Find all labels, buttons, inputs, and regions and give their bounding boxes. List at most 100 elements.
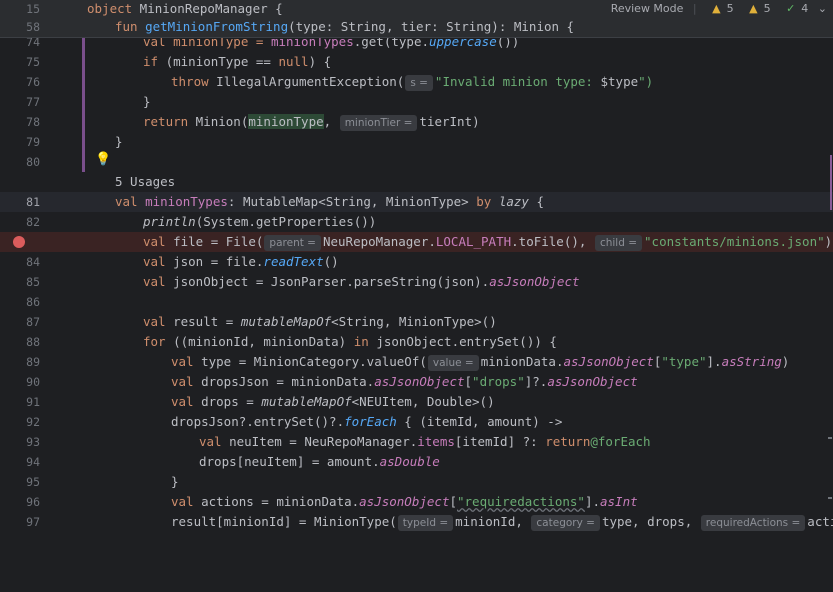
- code-line[interactable]: 89 val type = MinionCategory.valueOf(val…: [0, 352, 833, 372]
- code-line[interactable]: 78 return Minion(minionType, minionTier …: [0, 112, 833, 132]
- toolbar-separator: |: [692, 2, 697, 15]
- code-line[interactable]: 88 for ((minionId, minionData) in jsonOb…: [0, 332, 833, 352]
- line-code: }: [171, 474, 179, 489]
- line-number: 90: [26, 375, 40, 389]
- line-number: 78: [26, 115, 40, 129]
- line-number: 88: [26, 335, 40, 349]
- line-code: dropsJson?.entrySet()?.forEach { (itemId…: [171, 414, 563, 429]
- parameter-hint: minionTier =: [339, 115, 418, 131]
- vcs-change-marker[interactable]: [82, 152, 85, 172]
- line-number: 95: [26, 475, 40, 489]
- code-line[interactable]: 84 val json = file.readText(): [0, 252, 833, 272]
- line-code: val actions = minionData.asJsonObject["r…: [171, 494, 638, 509]
- checks-indicator[interactable]: ✓ 4: [780, 2, 808, 15]
- line-code: return Minion(minionType, minionTier = ti…: [143, 114, 480, 131]
- code-line[interactable]: 91 val drops = mutableMapOf<NEUItem, Dou…: [0, 392, 833, 412]
- warnings-indicator[interactable]: ▲ 5: [706, 2, 733, 15]
- code-line[interactable]: 76 throw IllegalArgumentException(s = "In…: [0, 72, 833, 92]
- line-number: 84: [26, 255, 40, 269]
- line-code: }: [143, 94, 151, 109]
- scrollbar-marker[interactable]: [828, 497, 832, 499]
- line-number: 97: [26, 515, 40, 529]
- checks-count: 4: [801, 2, 809, 15]
- scrollbar-marker[interactable]: [828, 437, 832, 439]
- code-line[interactable]: 96 val actions = minionData.asJsonObject…: [0, 492, 833, 512]
- code-line[interactable]: 87 val result = mutableMapOf<String, Min…: [0, 312, 833, 332]
- code-line[interactable]: 75 if (minionType == null) {: [0, 52, 833, 72]
- sticky-code-object: object MinionRepoManager {: [87, 1, 283, 16]
- line-code: val type = MinionCategory.valueOf(value …: [171, 354, 790, 371]
- line-number: 94: [26, 455, 40, 469]
- line-number: 91: [26, 395, 40, 409]
- line-code: if (minionType == null) {: [143, 54, 332, 69]
- code-line[interactable]: 86: [0, 292, 833, 312]
- line-number: 79: [26, 135, 40, 149]
- code-line-breakpoint[interactable]: val file = File(parent = NeuRepoManager.L…: [0, 232, 833, 252]
- weak-warning-icon: ▲: [749, 2, 758, 15]
- code-line[interactable]: 92 dropsJson?.entrySet()?.forEach { (ite…: [0, 412, 833, 432]
- line-code: val dropsJson = minionData.asJsonObject[…: [171, 374, 638, 389]
- line-code: result[minionId] = MinionType(typeId = mi…: [171, 514, 833, 531]
- scrollbar-change-marker[interactable]: [830, 155, 832, 210]
- line-code: for ((minionId, minionData) in jsonObjec…: [143, 334, 557, 349]
- line-code: val json = file.readText(): [143, 254, 339, 269]
- warning-icon: ▲: [712, 2, 721, 15]
- line-number: 81: [26, 195, 40, 209]
- code-line-current[interactable]: 81 val minionTypes: MutableMap<String, M…: [0, 192, 833, 212]
- vcs-change-marker[interactable]: [82, 72, 85, 92]
- usages-link[interactable]: 5 Usages: [115, 172, 175, 192]
- code-line[interactable]: 97 result[minionId] = MinionType(typeId …: [0, 512, 833, 532]
- parameter-hint: parent =: [264, 235, 321, 251]
- code-line[interactable]: 94 drops[neuItem] = amount.asDouble: [0, 452, 833, 472]
- line-number: 92: [26, 415, 40, 429]
- line-number: 87: [26, 315, 40, 329]
- check-icon: ✓: [786, 2, 796, 15]
- line-code: val jsonObject = JsonParser.parseString(…: [143, 274, 580, 289]
- lightbulb-icon[interactable]: 💡: [95, 152, 111, 167]
- chevron-down-icon[interactable]: ⌄: [818, 2, 827, 15]
- line-code: drops[neuItem] = amount.asDouble: [199, 454, 440, 469]
- line-number: 86: [26, 295, 40, 309]
- usages-line: 5 Usages: [0, 172, 833, 192]
- parameter-hint: value =: [427, 355, 479, 371]
- line-code: val minionTypes: MutableMap<String, Mini…: [115, 194, 545, 209]
- line-number: 82: [26, 215, 40, 229]
- breakpoint-icon[interactable]: [13, 236, 25, 248]
- vcs-change-marker[interactable]: [82, 112, 85, 132]
- parameter-hint: category =: [531, 515, 600, 531]
- line-number: 96: [26, 495, 40, 509]
- line-number: 77: [26, 95, 40, 109]
- vcs-change-marker[interactable]: [82, 52, 85, 72]
- parameter-hint: requiredActions =: [700, 515, 806, 531]
- line-number: 15: [26, 2, 40, 16]
- sticky-line[interactable]: 58 fun getMinionFromString(type: String,…: [0, 18, 833, 36]
- code-line[interactable]: 79 }: [0, 132, 833, 152]
- line-number: 89: [26, 355, 40, 369]
- line-code: val drops = mutableMapOf<NEUItem, Double…: [171, 394, 495, 409]
- line-code: throw IllegalArgumentException(s = "Inval…: [171, 74, 654, 91]
- weak-warnings-count: 5: [763, 2, 771, 15]
- code-line[interactable]: 82 println(System.getProperties()): [0, 212, 833, 232]
- code-line[interactable]: 77 }: [0, 92, 833, 112]
- code-line[interactable]: 95 }: [0, 472, 833, 492]
- line-code: val neuItem = NeuRepoManager.items[itemI…: [199, 434, 651, 449]
- line-code: println(System.getProperties()): [143, 214, 377, 229]
- line-code: }: [115, 134, 123, 149]
- code-line[interactable]: 93 val neuItem = NeuRepoManager.items[it…: [0, 432, 833, 452]
- sticky-code-function: fun getMinionFromString(type: String, ti…: [115, 19, 575, 34]
- weak-warnings-indicator[interactable]: ▲ 5: [743, 2, 770, 15]
- parameter-hint: s =: [405, 75, 433, 91]
- warnings-count: 5: [726, 2, 734, 15]
- parameter-hint: typeId =: [397, 515, 454, 531]
- code-editor[interactable]: 15 object MinionRepoManager { 58 fun get…: [0, 0, 833, 532]
- code-line[interactable]: 85 val jsonObject = JsonParser.parseStri…: [0, 272, 833, 292]
- code-line[interactable]: 80: [0, 152, 833, 172]
- code-line[interactable]: 90 val dropsJson = minionData.asJsonObje…: [0, 372, 833, 392]
- line-code: val file = File(parent = NeuRepoManager.L…: [143, 234, 833, 251]
- line-number: 80: [26, 155, 40, 169]
- vcs-change-marker[interactable]: [82, 132, 85, 152]
- line-number: 58: [26, 20, 40, 34]
- review-mode-button[interactable]: Review Mode: [611, 2, 684, 15]
- parameter-hint: child =: [594, 235, 643, 251]
- vcs-change-marker[interactable]: [82, 92, 85, 112]
